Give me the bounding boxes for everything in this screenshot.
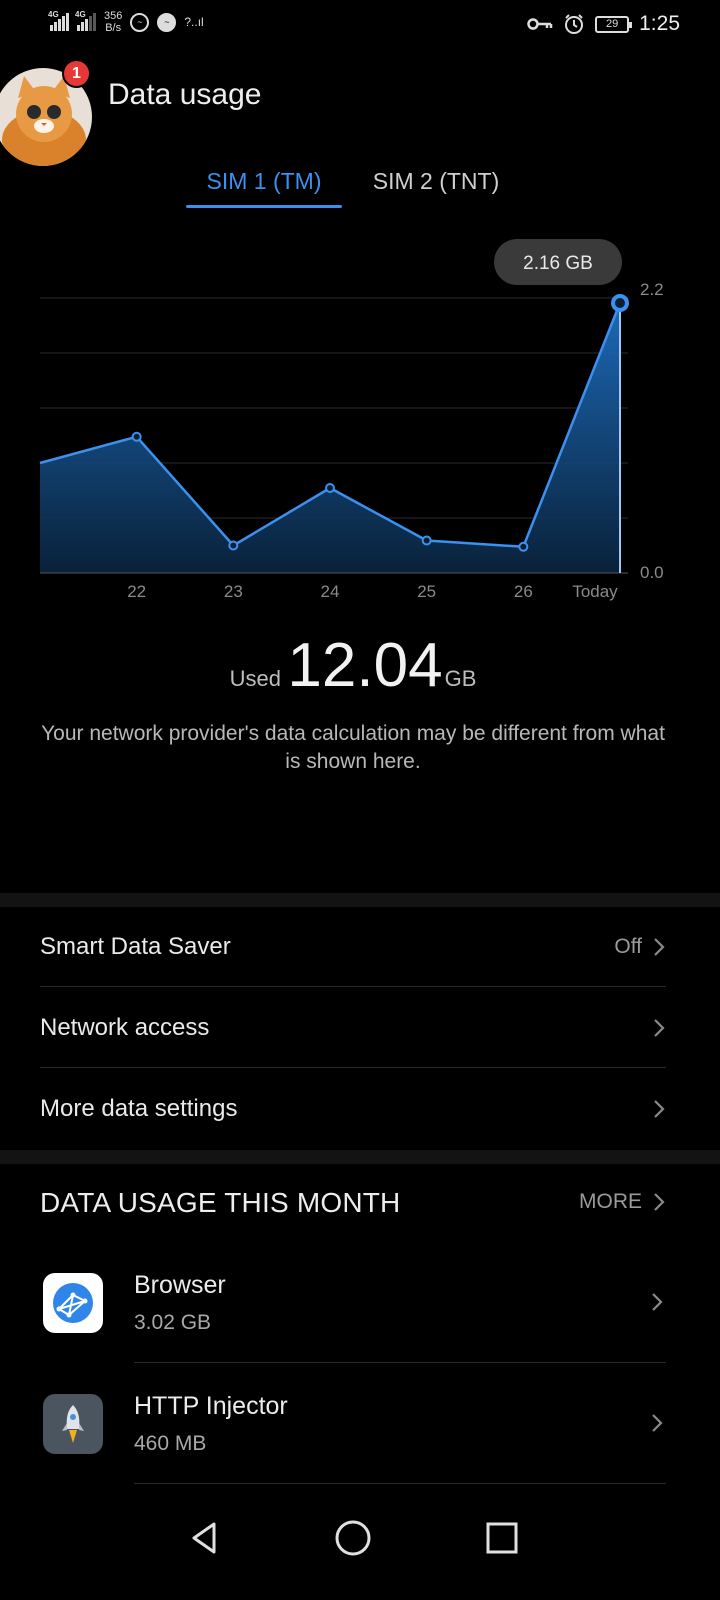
- signal-icon: 4G: [75, 10, 96, 31]
- http-injector-icon: [43, 1394, 103, 1454]
- home-icon[interactable]: [325, 1510, 381, 1566]
- app-row-browser[interactable]: Browser 3.02 GB: [40, 1243, 666, 1363]
- notification-badge: 1: [62, 59, 91, 88]
- divider: [134, 1362, 666, 1363]
- data-point: [611, 294, 629, 312]
- network-access-row[interactable]: Network access: [40, 988, 666, 1068]
- wifi-icon: ?..ıl: [184, 15, 204, 29]
- section-title: DATA USAGE THIS MONTH: [40, 1187, 401, 1218]
- used-label: Used: [229, 666, 281, 691]
- y-tick-label: 2.2: [640, 280, 664, 299]
- app-name: HTTP Injector: [134, 1392, 288, 1420]
- messenger-icon: ~: [130, 12, 150, 32]
- data-point: [228, 540, 239, 551]
- chevron-right-icon: [654, 1018, 665, 1037]
- vpn-key-icon: [527, 18, 553, 30]
- browser-icon: [43, 1273, 103, 1333]
- x-tick-label: 26: [514, 582, 533, 601]
- x-tick-label: 25: [417, 582, 436, 601]
- chevron-right-icon: [652, 1293, 663, 1311]
- tab-active-indicator: [186, 205, 342, 208]
- value-tooltip-label: 2.16 GB: [523, 253, 593, 274]
- data-point: [131, 431, 142, 442]
- row-label: Smart Data Saver: [40, 932, 231, 960]
- data-point: [518, 541, 529, 552]
- used-value: 12.04: [287, 631, 443, 700]
- row-value: Off: [614, 934, 642, 958]
- divider: [134, 1483, 666, 1484]
- alarm-icon: [565, 14, 584, 34]
- chevron-right-icon: [654, 1193, 665, 1211]
- page-title: Data usage: [108, 78, 262, 111]
- used-unit: GB: [444, 666, 477, 691]
- x-tick-label: 22: [127, 582, 146, 601]
- data-point: [421, 535, 432, 546]
- provider-disclaimer: Your network provider's data calculation…: [41, 722, 665, 773]
- divider: [0, 893, 720, 907]
- network-speed: 356 B/s: [104, 10, 123, 34]
- row-label: More data settings: [40, 1095, 238, 1122]
- chevron-right-icon: [652, 1414, 663, 1432]
- more-label: MORE: [579, 1190, 642, 1213]
- messenger-icon: ~: [157, 12, 177, 32]
- back-icon[interactable]: [176, 1510, 232, 1566]
- x-tick-label: Today: [572, 582, 618, 601]
- clock: 1:25: [639, 12, 680, 35]
- data-point: [325, 483, 335, 493]
- smart-data-saver-row[interactable]: Smart Data Saver Off: [40, 907, 666, 987]
- status-bar: 4G 4G 356 B/s ~ ~ ?..ıl 29 1:25: [0, 0, 720, 50]
- tab-sim2[interactable]: SIM 2 (TNT): [358, 168, 514, 195]
- signal-icon: 4G: [48, 10, 69, 31]
- usage-area: [40, 303, 620, 573]
- battery-icon: 29: [595, 15, 633, 33]
- tab-sim1[interactable]: SIM 1 (TM): [186, 168, 342, 195]
- chevron-right-icon: [654, 1100, 665, 1118]
- chevron-right-icon: [654, 937, 665, 956]
- more-button[interactable]: MORE: [579, 1190, 666, 1214]
- divider: [0, 1150, 720, 1164]
- navigation-bar: [0, 1490, 720, 1600]
- app-name: Browser: [134, 1271, 226, 1299]
- recents-icon[interactable]: [474, 1510, 530, 1566]
- row-label: Network access: [40, 1013, 210, 1041]
- x-tick-label: 23: [224, 582, 243, 601]
- app-row-http-injector[interactable]: HTTP Injector 460 MB: [40, 1364, 666, 1484]
- y-tick-label: 0.0: [640, 563, 664, 582]
- app-size: 3.02 GB: [134, 1311, 212, 1334]
- app-size: 460 MB: [134, 1432, 207, 1455]
- usage-summary: Used 12.04GB: [0, 630, 706, 701]
- usage-chart[interactable]: 22 23 24 25 26 Today 2.2 0.0 2.16 GB: [0, 220, 720, 610]
- more-data-settings-row[interactable]: More data settings: [40, 1069, 666, 1149]
- x-tick-label: 24: [321, 582, 340, 601]
